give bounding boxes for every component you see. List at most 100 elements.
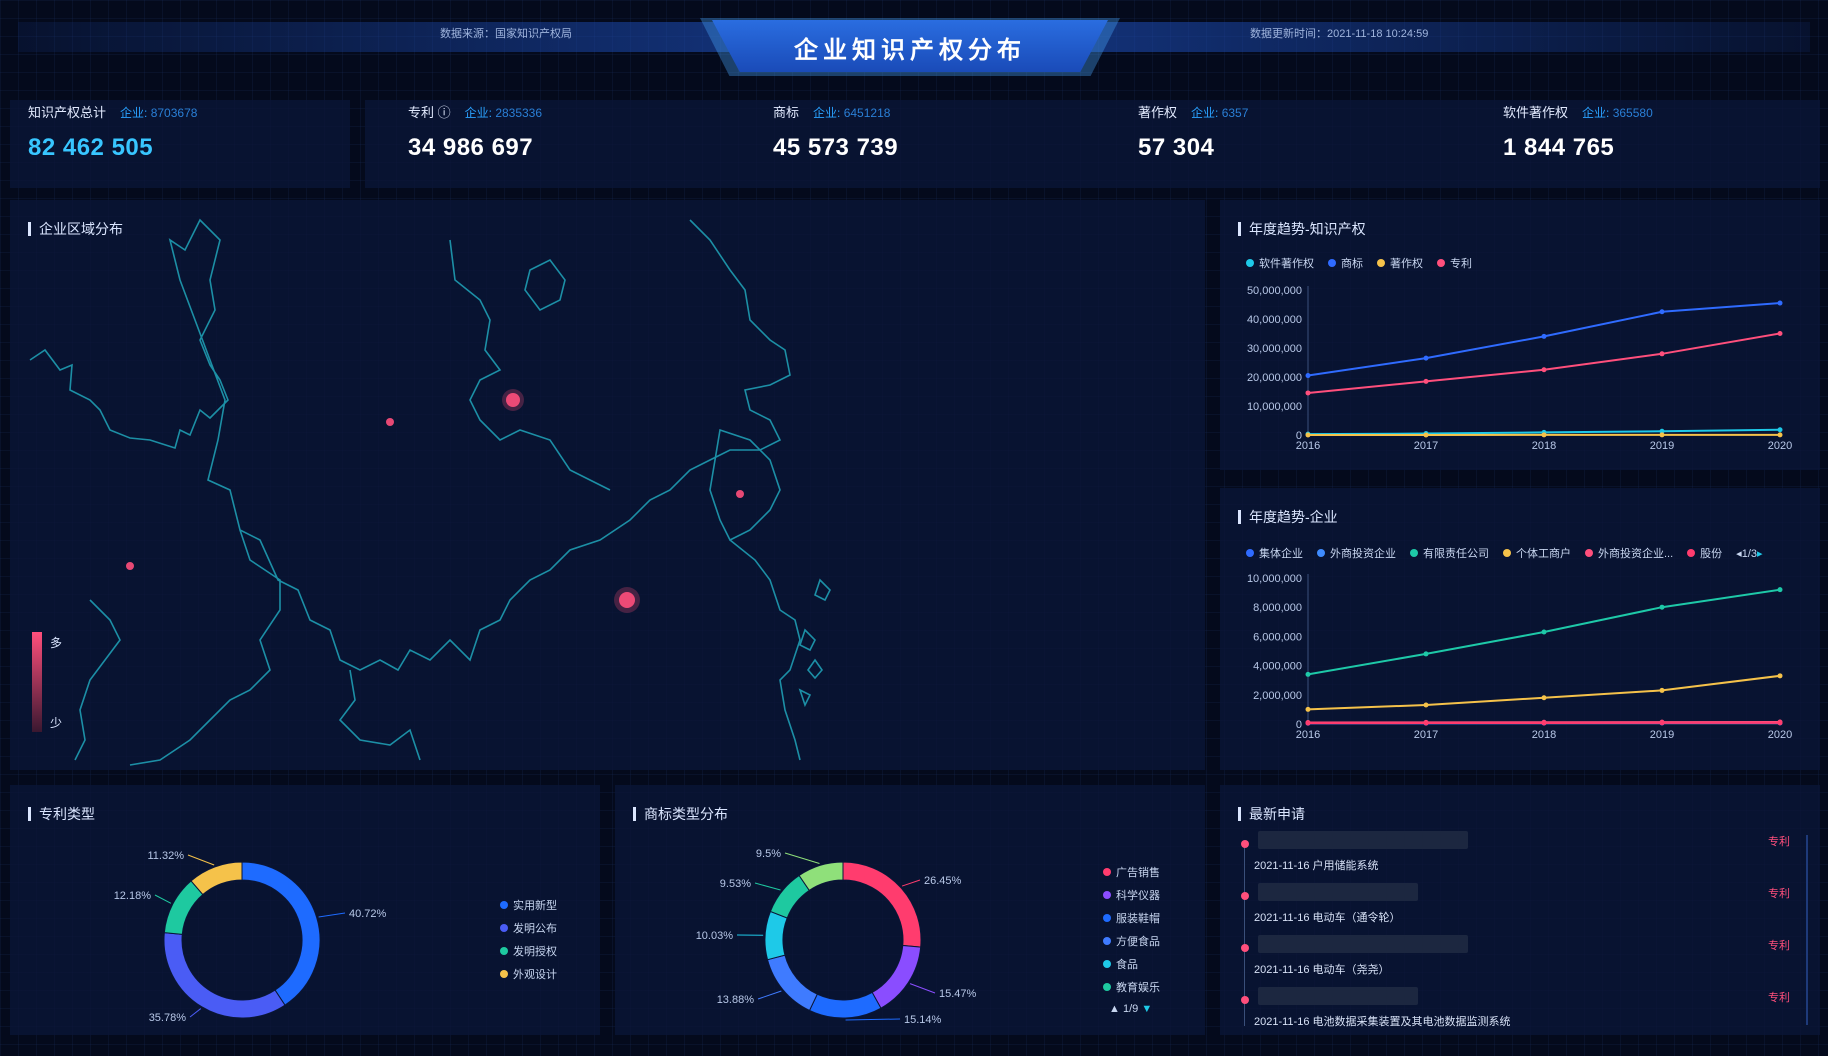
donut-slice[interactable] [808, 991, 882, 1019]
data-point[interactable] [1541, 432, 1547, 438]
data-point[interactable] [1541, 720, 1547, 726]
data-point[interactable] [1659, 432, 1665, 438]
stat-trademark: 商标 企业: 6451218 45 573 739 [773, 102, 898, 162]
data-point[interactable] [1777, 673, 1783, 679]
series-line[interactable] [1307, 332, 1781, 394]
x-tick-label: 2019 [1650, 440, 1674, 452]
stat-software-copyright: 软件著作权 企业: 365580 1 844 765 [1503, 102, 1653, 162]
data-point[interactable] [1423, 355, 1429, 361]
data-point[interactable] [1777, 432, 1783, 438]
application-title[interactable]: 2021-11-16 电池数据采集装置及其电池数据监测系统 [1254, 1013, 1511, 1029]
data-point[interactable] [1423, 720, 1429, 726]
y-tick-label: 2,000,000 [1253, 690, 1302, 702]
legend-item[interactable]: 广告销售 [1103, 860, 1160, 883]
data-point[interactable] [1305, 432, 1311, 438]
data-point[interactable] [1659, 720, 1665, 726]
legend-item[interactable]: 教育娱乐 [1103, 975, 1160, 998]
patent-type-legend: 实用新型发明公布发明授权外观设计 [500, 893, 557, 985]
ip-trend-chart[interactable]: 010,000,00020,000,00030,000,00040,000,00… [1220, 200, 1820, 470]
page-down-icon[interactable]: ▼ [1141, 1003, 1152, 1015]
map-boundary [29, 218, 791, 672]
page-up-icon[interactable]: ▲ [1109, 1003, 1120, 1015]
data-point[interactable] [1541, 333, 1547, 339]
legend-item[interactable]: 发明授权 [500, 939, 557, 962]
company-trend-chart[interactable]: 02,000,0004,000,0006,000,0008,000,00010,… [1220, 488, 1820, 770]
legend-label: 发明公布 [513, 922, 557, 935]
stat-copyright: 著作权 企业: 6357 57 304 [1138, 102, 1248, 162]
series-line[interactable] [1307, 674, 1781, 711]
legend-swatch [1103, 890, 1111, 899]
donut-slice[interactable] [764, 910, 788, 961]
map-hotspot[interactable] [386, 418, 394, 426]
legend-item[interactable]: 食品 [1103, 952, 1160, 975]
data-point[interactable] [1777, 720, 1783, 726]
slice-value-label: 12.18% [114, 890, 152, 902]
x-tick-label: 2019 [1650, 729, 1674, 741]
legend-item[interactable]: 服装鞋帽 [1103, 906, 1160, 929]
application-title[interactable]: 2021-11-16 户用储能系统 [1254, 857, 1379, 873]
data-point[interactable] [1659, 687, 1665, 693]
data-point[interactable] [1541, 695, 1547, 701]
legend-swatch [500, 969, 508, 978]
donut-slice[interactable] [871, 944, 922, 1009]
timeline-dot [1241, 892, 1249, 900]
data-point[interactable] [1777, 427, 1783, 433]
map-hotspot-glow [614, 587, 640, 613]
application-title[interactable]: 2021-11-16 电动车（通令轮） [1254, 909, 1401, 925]
data-point[interactable] [1423, 378, 1429, 384]
series-line[interactable] [1307, 302, 1781, 377]
donut-slice[interactable] [190, 861, 243, 896]
legend-item[interactable]: 外观设计 [500, 962, 557, 985]
map-panel: 企业区域分布 多 少 [10, 200, 1205, 770]
pager-text: 1/9 [1122, 1003, 1139, 1015]
legend-label: 发明授权 [513, 945, 557, 958]
map-scale-bar[interactable] [32, 632, 42, 732]
donut-slice[interactable] [766, 954, 818, 1012]
data-point[interactable] [1423, 702, 1429, 708]
region-map[interactable] [10, 200, 1205, 770]
map-hotspot[interactable] [736, 490, 744, 498]
application-type-tag: 专利 [1768, 888, 1790, 900]
map-boundary [129, 529, 281, 766]
data-point[interactable] [1305, 720, 1311, 726]
legend-item[interactable]: 方便食品 [1103, 929, 1160, 952]
map-boundary [74, 599, 121, 761]
stat-company-label: 企业: [813, 106, 841, 120]
application-title[interactable]: 2021-11-16 电动车（尧尧） [1254, 961, 1390, 977]
data-point[interactable] [1777, 300, 1783, 306]
data-point[interactable] [1777, 331, 1783, 336]
data-point[interactable] [1305, 390, 1311, 396]
data-point[interactable] [1541, 629, 1547, 635]
data-point[interactable] [1777, 587, 1783, 593]
legend-swatch [1103, 913, 1111, 922]
y-tick-label: 8,000,000 [1253, 602, 1302, 614]
y-tick-label: 10,000,000 [1247, 573, 1302, 585]
donut-slice[interactable] [842, 861, 922, 948]
data-point[interactable] [1659, 351, 1665, 357]
y-tick-label: 10,000,000 [1247, 401, 1302, 413]
data-point[interactable] [1305, 706, 1311, 712]
data-point[interactable] [1305, 671, 1311, 677]
data-point[interactable] [1659, 309, 1665, 315]
data-point[interactable] [1541, 367, 1547, 373]
donut-slice[interactable] [163, 932, 286, 1019]
timeline-dot [1241, 996, 1249, 1004]
label-leader-line [784, 852, 820, 865]
legend-item[interactable]: 科学仪器 [1103, 883, 1160, 906]
legend-label: 教育娱乐 [1116, 981, 1160, 994]
stat-total: 知识产权总计 企业: 8703678 82 462 505 [28, 102, 197, 162]
data-point[interactable] [1305, 373, 1311, 379]
scrollbar[interactable] [1806, 835, 1808, 1025]
trademark-legend-pager[interactable]: ▲ 1/9 ▼ [1109, 1003, 1152, 1015]
map-hotspot[interactable] [126, 562, 134, 570]
data-point[interactable] [1659, 604, 1665, 610]
legend-item[interactable]: 发明公布 [500, 916, 557, 939]
data-point[interactable] [1423, 432, 1429, 438]
donut-slice[interactable] [241, 861, 321, 1006]
slice-value-label: 15.47% [939, 988, 977, 1000]
legend-item[interactable]: 实用新型 [500, 893, 557, 916]
legend-swatch [500, 923, 508, 932]
legend-label: 广告销售 [1116, 866, 1160, 879]
data-point[interactable] [1423, 651, 1429, 657]
donut-slice[interactable] [163, 880, 204, 935]
